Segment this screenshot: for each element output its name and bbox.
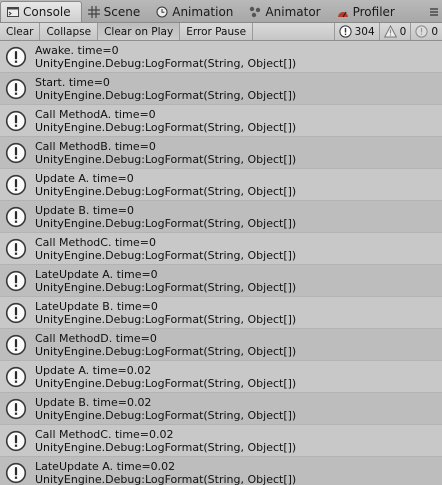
- log-message: Call MethodA. time=0: [35, 107, 156, 121]
- grid-icon: [87, 6, 100, 18]
- log-entry[interactable]: LateUpdate A. time=0 UnityEngine.Debug:L…: [0, 265, 442, 297]
- collapse-button[interactable]: Collapse: [40, 23, 99, 40]
- info-icon: [5, 302, 27, 324]
- tab-scene[interactable]: Scene: [82, 2, 151, 22]
- error-count-toggle[interactable]: 0: [410, 23, 442, 40]
- log-entry[interactable]: LateUpdate A. time=0.02 UnityEngine.Debu…: [0, 457, 442, 485]
- info-icon: [5, 398, 27, 420]
- log-count-toggle[interactable]: 304: [333, 23, 379, 40]
- log-count: 304: [354, 25, 375, 38]
- tab-profiler[interactable]: Profiler: [331, 2, 405, 22]
- log-source: UnityEngine.Debug:LogFormat(String, Obje…: [35, 152, 297, 166]
- log-entry[interactable]: Call MethodD. time=0 UnityEngine.Debug:L…: [0, 329, 442, 361]
- tab-console[interactable]: Console: [0, 1, 82, 22]
- log-source: UnityEngine.Debug:LogFormat(String, Obje…: [35, 344, 297, 358]
- warning-icon: [383, 25, 397, 38]
- console-toolbar: Clear Collapse Clear on Play Error Pause…: [0, 23, 442, 41]
- info-icon: [5, 110, 27, 132]
- tab-animation[interactable]: Animation: [150, 2, 243, 22]
- info-icon: [5, 462, 27, 484]
- clock-icon: [156, 6, 168, 18]
- error-icon: [415, 25, 428, 38]
- log-source: UnityEngine.Debug:LogFormat(String, Obje…: [35, 56, 297, 70]
- log-entry[interactable]: Call MethodB. time=0 UnityEngine.Debug:L…: [0, 137, 442, 169]
- tab-label: Animation: [172, 5, 234, 19]
- log-source: UnityEngine.Debug:LogFormat(String, Obje…: [35, 248, 297, 262]
- log-source: UnityEngine.Debug:LogFormat(String, Obje…: [35, 440, 297, 454]
- info-icon: [5, 46, 27, 68]
- info-icon: [5, 78, 27, 100]
- log-entry[interactable]: Call MethodC. time=0.02 UnityEngine.Debu…: [0, 425, 442, 457]
- animator-icon: [249, 6, 261, 18]
- error-count: 0: [431, 25, 438, 38]
- tab-animator[interactable]: Animator: [243, 2, 330, 22]
- clear-button[interactable]: Clear: [0, 23, 41, 40]
- info-icon: [5, 270, 27, 292]
- log-source: UnityEngine.Debug:LogFormat(String, Obje…: [35, 88, 297, 102]
- profiler-icon: [337, 6, 349, 18]
- tab-label: Scene: [103, 5, 141, 19]
- log-entry[interactable]: Call MethodC. time=0 UnityEngine.Debug:L…: [0, 233, 442, 265]
- log-source: UnityEngine.Debug:LogFormat(String, Obje…: [35, 120, 297, 134]
- warning-count: 0: [399, 25, 407, 38]
- log-list[interactable]: Awake. time=0 UnityEngine.Debug:LogForma…: [0, 41, 442, 485]
- log-message: Update B. time=0: [35, 203, 134, 217]
- log-source: UnityEngine.Debug:LogFormat(String, Obje…: [35, 472, 297, 485]
- log-message: Call MethodC. time=0.02: [35, 427, 174, 441]
- log-entry[interactable]: Update B. time=0 UnityEngine.Debug:LogFo…: [0, 201, 442, 233]
- log-source: UnityEngine.Debug:LogFormat(String, Obje…: [35, 408, 297, 422]
- info-icon: [5, 334, 27, 356]
- info-icon: [5, 366, 27, 388]
- log-message: LateUpdate A. time=0: [35, 267, 158, 281]
- log-entry[interactable]: Update A. time=0 UnityEngine.Debug:LogFo…: [0, 169, 442, 201]
- warning-count-toggle[interactable]: 0: [378, 23, 411, 40]
- info-icon: [338, 25, 352, 38]
- log-source: UnityEngine.Debug:LogFormat(String, Obje…: [35, 376, 297, 390]
- log-message: Call MethodC. time=0: [35, 235, 157, 249]
- window-menu-icon[interactable]: [426, 2, 442, 22]
- info-icon: [5, 430, 27, 452]
- tab-label: Profiler: [352, 5, 395, 19]
- log-message: Start. time=0: [35, 75, 110, 89]
- clear-on-play-toggle[interactable]: Clear on Play: [98, 23, 181, 40]
- log-message: Awake. time=0: [35, 43, 119, 57]
- tab-bar: Console Scene Animation Animator Profile…: [0, 0, 442, 23]
- log-entry[interactable]: Start. time=0 UnityEngine.Debug:LogForma…: [0, 73, 442, 105]
- log-entry[interactable]: Awake. time=0 UnityEngine.Debug:LogForma…: [0, 41, 442, 73]
- log-message: LateUpdate A. time=0.02: [35, 459, 176, 473]
- log-entry[interactable]: Call MethodA. time=0 UnityEngine.Debug:L…: [0, 105, 442, 137]
- log-entry[interactable]: LateUpdate B. time=0 UnityEngine.Debug:L…: [0, 297, 442, 329]
- log-source: UnityEngine.Debug:LogFormat(String, Obje…: [35, 184, 297, 198]
- console-icon: [7, 6, 19, 18]
- tab-label: Animator: [265, 5, 321, 19]
- log-source: UnityEngine.Debug:LogFormat(String, Obje…: [35, 280, 297, 294]
- info-icon: [5, 174, 27, 196]
- log-source: UnityEngine.Debug:LogFormat(String, Obje…: [35, 216, 297, 230]
- info-icon: [5, 142, 27, 164]
- tab-label: Console: [23, 5, 71, 19]
- log-source: UnityEngine.Debug:LogFormat(String, Obje…: [35, 312, 297, 326]
- error-pause-toggle[interactable]: Error Pause: [180, 23, 254, 40]
- log-message: Call MethodD. time=0: [35, 331, 157, 345]
- log-message: Update A. time=0.02: [35, 363, 152, 377]
- log-entry[interactable]: Update A. time=0.02 UnityEngine.Debug:Lo…: [0, 361, 442, 393]
- info-icon: [5, 238, 27, 260]
- log-message: Call MethodB. time=0: [35, 139, 156, 153]
- log-message: LateUpdate B. time=0: [35, 299, 158, 313]
- log-entry[interactable]: Update B. time=0.02 UnityEngine.Debug:Lo…: [0, 393, 442, 425]
- info-icon: [5, 206, 27, 228]
- log-message: Update A. time=0: [35, 171, 134, 185]
- log-message: Update B. time=0.02: [35, 395, 152, 409]
